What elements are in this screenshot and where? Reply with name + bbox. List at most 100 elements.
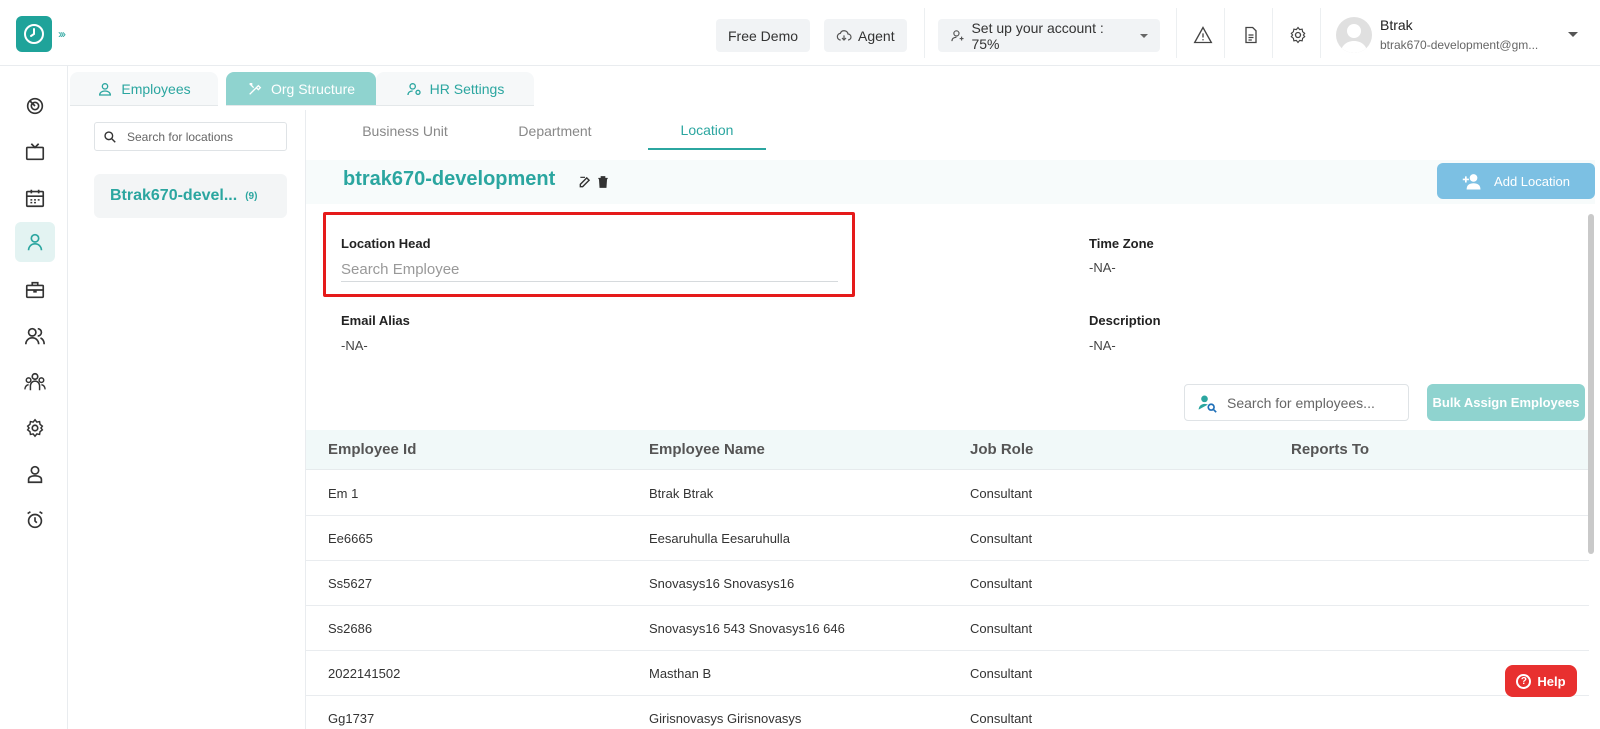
delete-trash-icon[interactable] xyxy=(596,175,610,189)
clock-logo-icon xyxy=(24,24,44,44)
bulk-assign-employees-button[interactable]: Bulk Assign Employees xyxy=(1427,384,1585,421)
location-list-item[interactable]: Btrak670-devel... (9) xyxy=(94,174,287,218)
table-cell: Consultant xyxy=(970,576,1033,591)
tools-icon xyxy=(249,82,262,95)
tab-label: Employees xyxy=(121,80,191,97)
table-cell: Consultant xyxy=(970,621,1033,636)
document-icon[interactable] xyxy=(1240,24,1262,46)
table-cell: 2022141502 xyxy=(328,666,401,681)
table-row[interactable]: Gg1737 Girisnovasys Girisnovasys Consultan… xyxy=(306,696,1589,729)
page-title: btrak670-development xyxy=(343,168,556,190)
user-name: Btrak xyxy=(1380,17,1413,33)
scrollbar[interactable] xyxy=(1588,214,1594,554)
table-cell: Consultant xyxy=(970,531,1033,546)
table-cell: Ee6665 xyxy=(328,531,373,546)
chevron-down-icon xyxy=(1140,33,1148,38)
location-search-input[interactable] xyxy=(127,129,277,144)
table-cell: Ss5627 xyxy=(328,576,373,591)
table-row[interactable]: Ss5627 Snovasys16 Snovasys16 Consultant xyxy=(306,561,1589,606)
search-icon xyxy=(104,130,116,143)
sidebar xyxy=(0,66,68,729)
column-header-employee-name[interactable]: Employee Name xyxy=(649,441,765,458)
table-cell: Eesaruhulla Eesaruhulla xyxy=(649,531,790,546)
divider xyxy=(924,8,925,58)
employee-search-input[interactable] xyxy=(1227,394,1397,411)
table-cell: Consultant xyxy=(970,486,1033,501)
tv-icon[interactable] xyxy=(15,132,55,172)
users-group-icon[interactable] xyxy=(15,316,55,356)
tab-hr-settings[interactable]: HR Settings xyxy=(376,72,534,106)
location-search-box xyxy=(94,122,287,151)
help-button[interactable]: ? Help xyxy=(1505,665,1577,697)
table-cell: Masthan B xyxy=(649,666,712,681)
warning-icon[interactable] xyxy=(1192,24,1214,46)
free-demo-label: Free Demo xyxy=(728,27,799,44)
location-employee-count: (9) xyxy=(245,190,258,202)
tab-business-unit[interactable]: Business Unit xyxy=(330,112,480,150)
user-setup-icon xyxy=(951,29,964,41)
employee-user-icon[interactable] xyxy=(15,222,55,262)
table-cell: Btrak Btrak xyxy=(649,486,714,501)
expand-sidebar-icon[interactable]: ››› xyxy=(58,27,66,41)
dashboard-target-icon[interactable] xyxy=(15,86,55,126)
table-row[interactable]: Ee6665 Eesaruhulla Eesaruhulla Consultant xyxy=(306,516,1589,561)
table-row[interactable]: Em 1 Btrak Btrak Consultant xyxy=(306,471,1589,516)
free-demo-button[interactable]: Free Demo xyxy=(716,19,811,52)
description-label: Description xyxy=(1089,313,1161,328)
tab-label: Location xyxy=(680,122,734,138)
column-header-reports-to[interactable]: Reports To xyxy=(1291,441,1369,458)
add-user-icon xyxy=(1462,174,1481,190)
settings-gear-icon[interactable] xyxy=(15,408,55,448)
table-cell: Snovasys16 Snovasys16 xyxy=(649,576,795,591)
divider xyxy=(1176,8,1177,58)
sub-tabs: Business Unit Department Location xyxy=(310,112,1595,150)
help-label: Help xyxy=(1537,673,1566,689)
calendar-icon[interactable] xyxy=(15,178,55,218)
cloud-download-icon xyxy=(836,29,852,41)
tab-label: Business Unit xyxy=(362,123,448,139)
avatar[interactable] xyxy=(1336,17,1372,53)
divider xyxy=(1320,8,1321,58)
setup-label: Set up your account : 75% xyxy=(971,19,1104,52)
add-location-button[interactable]: Add Location xyxy=(1437,163,1595,199)
user-avatar-icon xyxy=(1340,24,1368,53)
agent-button[interactable]: Agent xyxy=(824,19,907,52)
column-header-job-role[interactable]: Job Role xyxy=(970,441,1033,458)
top-bar: ››› Free Demo Agent Set up your account … xyxy=(0,0,1600,66)
help-question-icon: ? xyxy=(1516,673,1532,689)
alarm-clock-icon[interactable] xyxy=(15,500,55,540)
location-head-highlight xyxy=(323,212,855,297)
column-header-employee-id[interactable]: Employee Id xyxy=(328,441,416,458)
table-row[interactable]: 2022141502 Masthan B Consultant xyxy=(306,651,1589,696)
table-cell: Gg1737 xyxy=(328,711,375,726)
user-search-icon xyxy=(1198,395,1217,413)
description-value: -NA- xyxy=(1089,338,1116,353)
app-logo[interactable] xyxy=(16,16,52,52)
timezone-label: Time Zone xyxy=(1089,236,1154,251)
briefcase-icon[interactable] xyxy=(15,270,55,310)
chevron-down-icon[interactable] xyxy=(1568,32,1578,37)
email-alias-value: -NA- xyxy=(341,338,368,353)
team-icon[interactable] xyxy=(15,362,55,402)
tab-org-structure[interactable]: Org Structure xyxy=(226,72,376,106)
email-alias-label: Email Alias xyxy=(341,313,410,328)
employee-table: Employee Id Employee Name Job Role Repor… xyxy=(306,430,1589,729)
edit-icon[interactable] xyxy=(578,175,592,189)
settings-gear-icon[interactable] xyxy=(1287,24,1309,46)
table-cell: Girisnovasys Girisnovasys xyxy=(649,711,802,726)
tab-label: HR Settings xyxy=(429,80,505,97)
tab-label: Org Structure xyxy=(270,80,356,97)
table-cell: Ss2686 xyxy=(328,621,373,636)
profile-badge-icon[interactable] xyxy=(15,454,55,494)
divider xyxy=(1224,8,1225,58)
tab-department[interactable]: Department xyxy=(480,112,630,150)
setup-account-dropdown[interactable]: Set up your account : 75% xyxy=(938,19,1160,52)
divider xyxy=(1272,8,1273,58)
table-row[interactable]: Ss2686 Snovasys16 543 Snovasys16 646 Consu… xyxy=(306,606,1589,651)
tab-location[interactable]: Location xyxy=(648,112,766,150)
tab-employees[interactable]: Employees xyxy=(70,72,218,106)
user-email: btrak670-development@gm... xyxy=(1380,38,1539,52)
table-header: Employee Id Employee Name Job Role Repor… xyxy=(306,430,1589,470)
agent-label: Agent xyxy=(858,27,895,44)
location-head-search-input[interactable] xyxy=(341,258,838,282)
